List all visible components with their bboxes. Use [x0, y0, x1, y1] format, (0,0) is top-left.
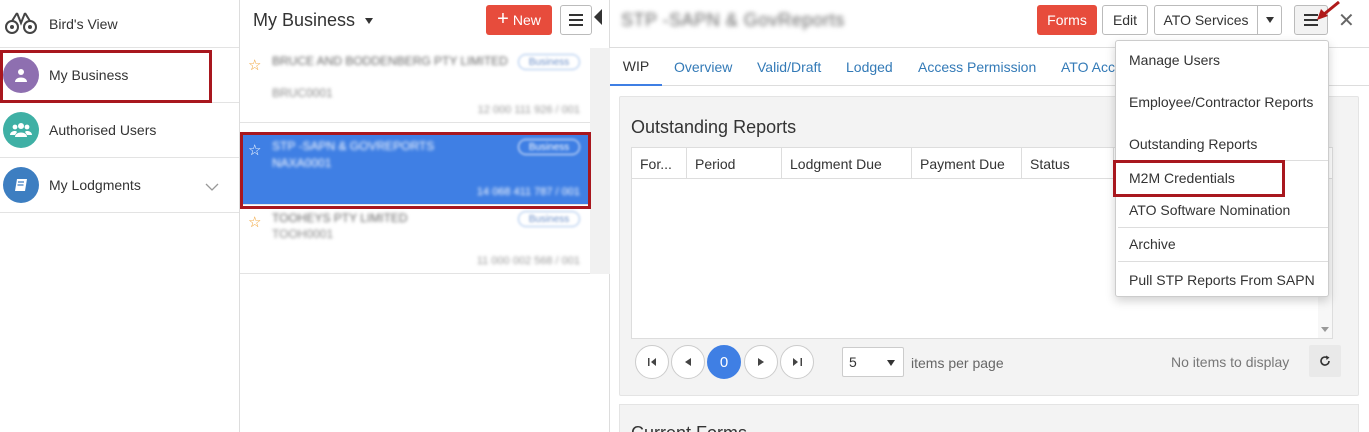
business-name: STP -SAPN & GovReports: [272, 139, 435, 153]
business-list-header: My Business + New: [240, 0, 609, 44]
first-page-icon: [647, 358, 656, 366]
pager-info: No items to display: [1171, 354, 1290, 370]
tab-valid-draft[interactable]: Valid/Draft: [757, 48, 821, 86]
list-scrollbar[interactable]: [590, 48, 610, 274]
star-icon[interactable]: ☆: [248, 56, 261, 74]
star-icon[interactable]: ☆: [248, 213, 261, 231]
business-row[interactable]: ☆ TOOHEYS PTY LIMITED TOOH0001 Business …: [240, 205, 590, 274]
business-row[interactable]: ☆ BRUCE AND BODDENBERG PTY LIMITED BRUC0…: [240, 48, 590, 123]
hamburger-icon: [569, 14, 583, 26]
star-icon[interactable]: ☆: [248, 141, 261, 159]
page-size-select[interactable]: 5: [842, 347, 904, 377]
tab-wip[interactable]: WIP: [610, 48, 662, 86]
menu-divider: [1118, 160, 1328, 161]
nav-label: My Business: [49, 67, 129, 83]
prev-page-icon: [685, 358, 691, 366]
page-size-value: 5: [849, 354, 857, 370]
column-header-payment-due[interactable]: Payment Due: [912, 148, 1022, 179]
business-row-selected[interactable]: ☆ STP -SAPN & GovReports NAXA0001 Busine…: [240, 133, 590, 205]
tab-lodged[interactable]: Lodged: [846, 48, 893, 86]
first-page-button[interactable]: [635, 345, 669, 379]
menu-item-archive[interactable]: Archive: [1116, 229, 1328, 259]
panel-title: Current Forms: [631, 423, 747, 432]
column-header-lodgment-due[interactable]: Lodgment Due: [782, 148, 912, 179]
new-business-button[interactable]: + New: [486, 5, 552, 35]
ato-services-dropdown[interactable]: ATO Services: [1154, 5, 1282, 35]
menu-item-employee-contractor-reports[interactable]: Employee/Contractor Reports: [1116, 83, 1328, 121]
column-header-period[interactable]: Period: [687, 148, 782, 179]
edit-button[interactable]: Edit: [1102, 5, 1148, 35]
menu-item-pull-stp-reports[interactable]: Pull STP Reports From SAPN: [1116, 264, 1328, 296]
business-title: STP -SAPN & GovReports: [621, 10, 845, 30]
business-code: TOOH0001: [272, 227, 334, 241]
menu-item-manage-users[interactable]: Manage Users: [1116, 41, 1328, 79]
refresh-icon: [1320, 355, 1330, 366]
left-nav: Bird's View My Business Authorised Users: [0, 0, 240, 432]
last-page-icon: [792, 358, 802, 366]
business-name: TOOHEYS PTY LIMITED: [272, 211, 408, 225]
scroll-down-icon[interactable]: [1321, 327, 1329, 332]
business-abn: 14 068 411 787 / 001: [476, 186, 580, 198]
nav-item-my-lodgments[interactable]: My Lodgments: [0, 158, 239, 213]
close-icon[interactable]: ✕: [1338, 8, 1355, 33]
business-badge: Business: [518, 139, 580, 155]
nav-item-authorised-users[interactable]: Authorised Users: [0, 103, 239, 158]
business-code: NAXA0001: [272, 156, 332, 170]
business-badge: Business: [518, 211, 580, 227]
book-icon: [3, 167, 39, 203]
panel-title: Outstanding Reports: [631, 117, 797, 137]
chevron-down-icon[interactable]: [205, 178, 219, 194]
tab-ato-account[interactable]: ATO Acc: [1061, 48, 1115, 86]
nav-label: Authorised Users: [49, 122, 157, 138]
last-page-button[interactable]: [780, 345, 814, 379]
next-page-button[interactable]: [744, 345, 778, 379]
forms-button[interactable]: Forms: [1037, 5, 1097, 35]
list-menu-button[interactable]: [560, 5, 592, 35]
ato-services-label: ATO Services: [1155, 6, 1258, 34]
user-icon: [3, 57, 39, 93]
grid-pager: 0 5 items per page No items to display: [631, 339, 1349, 387]
business-abn: 12 000 111 926 / 001: [477, 104, 580, 116]
menu-item-m2m-credentials[interactable]: M2M Credentials: [1116, 163, 1328, 193]
tab-overview[interactable]: Overview: [674, 48, 732, 86]
caret-down-icon: [887, 360, 895, 366]
business-list-title[interactable]: My Business: [253, 10, 374, 31]
refresh-button[interactable]: [1309, 345, 1341, 377]
users-icon: [3, 112, 39, 148]
items-per-page-label: items per page: [911, 355, 1004, 371]
nav-item-birds-view[interactable]: Bird's View: [0, 0, 239, 48]
current-page-button[interactable]: 0: [707, 345, 741, 379]
column-header-form[interactable]: For...: [632, 148, 687, 179]
menu-divider: [1118, 261, 1328, 262]
nav-item-my-business[interactable]: My Business: [0, 48, 239, 103]
binoculars-icon: [3, 6, 39, 42]
menu-divider: [1118, 227, 1328, 228]
caret-down-icon[interactable]: [1258, 6, 1281, 34]
plus-icon: +: [497, 8, 509, 30]
menu-item-ato-software-nomination[interactable]: ATO Software Nomination: [1116, 195, 1328, 225]
business-code: BRUC0001: [272, 86, 333, 100]
business-badge: Business: [518, 54, 580, 70]
next-page-icon: [758, 358, 764, 366]
nav-label: My Lodgments: [49, 177, 141, 193]
caret-down-icon: [365, 17, 374, 24]
collapse-panel-icon[interactable]: [594, 9, 602, 25]
column-header-status[interactable]: Status: [1022, 148, 1114, 179]
menu-item-outstanding-reports[interactable]: Outstanding Reports: [1116, 125, 1328, 163]
business-name: BRUCE AND BODDENBERG PTY LIMITED: [272, 54, 508, 68]
business-abn: 11 000 002 568 / 001: [476, 255, 580, 267]
current-forms-panel: Current Forms: [619, 404, 1359, 432]
prev-page-button[interactable]: [671, 345, 705, 379]
tab-access-permission[interactable]: Access Permission: [918, 48, 1036, 86]
business-list-panel: My Business + New ☆ BRUCE AND BODDENBERG…: [240, 0, 610, 432]
more-options-menu: Manage Users Employee/Contractor Reports…: [1115, 40, 1329, 297]
nav-label: Bird's View: [49, 15, 118, 32]
